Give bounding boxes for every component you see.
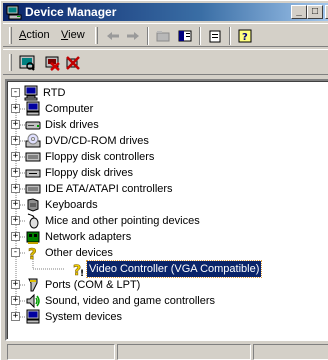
toolbar-separator — [147, 27, 149, 45]
disable-device-icon[interactable] — [43, 54, 63, 72]
tree-root-label: RTD — [43, 87, 66, 99]
tree-item-label: Floppy disk drives — [45, 167, 134, 179]
keyboard-icon — [27, 198, 39, 212]
menu-toolbar-band: Action View ? — [3, 23, 328, 47]
tree-item-label: Sound, video and game controllers — [45, 295, 215, 307]
status-pane — [117, 344, 251, 360]
expand-expander[interactable]: + — [11, 184, 20, 193]
menu-action-rest: ction — [26, 29, 50, 41]
device-manager-window: Device Manager _ □ X Action View ? — [0, 0, 328, 360]
tree-item-label: DVD/CD-ROM drives — [45, 135, 149, 147]
toolbar-separator — [199, 27, 201, 45]
help-icon[interactable]: ? — [235, 27, 255, 45]
status-pane — [253, 344, 328, 360]
toolbar-grip[interactable] — [95, 27, 98, 44]
computer-icon — [26, 101, 40, 116]
show-hide-tree-icon[interactable] — [175, 27, 195, 45]
forward-arrow-icon[interactable] — [123, 27, 143, 45]
collapse-expander[interactable]: - — [11, 248, 20, 257]
expand-expander[interactable]: + — [11, 136, 20, 145]
tree-item-label: Floppy disk controllers — [45, 151, 155, 163]
menu-action[interactable]: Action — [19, 29, 50, 41]
disk-drive-icon — [25, 121, 41, 130]
properties-icon[interactable] — [205, 27, 225, 45]
device-toolbar-grip[interactable] — [9, 54, 12, 71]
expand-expander[interactable]: + — [11, 152, 20, 161]
expand-expander[interactable]: + — [11, 168, 20, 177]
tree-item-label: Keyboards — [45, 199, 98, 211]
tree-item-label: Video Controller (VGA Compatible) — [85, 260, 263, 278]
expand-expander[interactable]: + — [11, 200, 20, 209]
menu-grip[interactable] — [9, 27, 12, 44]
port-icon — [28, 278, 38, 292]
tree-item-label: Ports (COM & LPT) — [45, 279, 141, 291]
back-arrow-icon[interactable] — [103, 27, 123, 45]
status-pane — [7, 344, 115, 360]
expand-expander[interactable]: + — [11, 232, 20, 241]
menu-view[interactable]: View — [61, 29, 85, 41]
device-tree[interactable]: - RTD + Computer + Disk drives + DVD/CD-ROM d… — [5, 79, 328, 341]
scan-hardware-icon[interactable] — [17, 54, 37, 72]
sound-icon — [26, 293, 40, 309]
device-toolbar — [3, 49, 328, 75]
tree-item-label: Disk drives — [45, 119, 99, 131]
up-folder-icon[interactable] — [153, 27, 173, 45]
uninstall-device-icon[interactable] — [63, 54, 83, 72]
ide-controller-icon — [25, 184, 41, 194]
expand-expander[interactable]: + — [11, 280, 20, 289]
svg-text:?: ? — [242, 32, 248, 43]
system-device-icon — [26, 309, 40, 324]
tree-item-label: System devices — [45, 311, 123, 323]
device-manager-app-icon — [6, 5, 22, 20]
computer-icon — [24, 85, 38, 101]
collapse-expander[interactable]: - — [11, 88, 20, 97]
expand-expander[interactable]: + — [11, 216, 20, 225]
svg-text:?: ? — [28, 245, 37, 261]
tree-item-label: Network adapters — [45, 231, 132, 243]
unknown-device-icon: ? — [28, 245, 37, 261]
tree-item-label: IDE ATA/ATAPI controllers — [45, 183, 173, 195]
tree-item-label: Computer — [45, 103, 94, 115]
menu-view-rest: iew — [68, 29, 85, 41]
window-title: Device Manager — [25, 5, 117, 19]
expand-expander[interactable]: + — [11, 120, 20, 129]
controller-icon — [25, 152, 41, 162]
toolbar-separator — [229, 27, 231, 45]
title-bar[interactable]: Device Manager _ □ X — [3, 3, 328, 21]
maximize-button[interactable]: □ — [307, 5, 323, 19]
mouse-icon — [27, 213, 39, 229]
expand-expander[interactable]: + — [11, 296, 20, 305]
floppy-drive-icon — [25, 169, 41, 178]
tree-item-label: Mice and other pointing devices — [45, 215, 200, 227]
expand-expander[interactable]: + — [11, 312, 20, 321]
network-adapter-icon — [26, 231, 40, 244]
status-bar — [3, 343, 328, 360]
svg-text:!: ! — [80, 269, 84, 277]
warning-device-icon: ?! — [73, 263, 84, 277]
cdrom-icon — [25, 133, 41, 148]
expand-expander[interactable]: + — [11, 104, 20, 113]
minimize-button[interactable]: _ — [291, 5, 307, 19]
tree-item-label: Other devices — [45, 247, 113, 259]
